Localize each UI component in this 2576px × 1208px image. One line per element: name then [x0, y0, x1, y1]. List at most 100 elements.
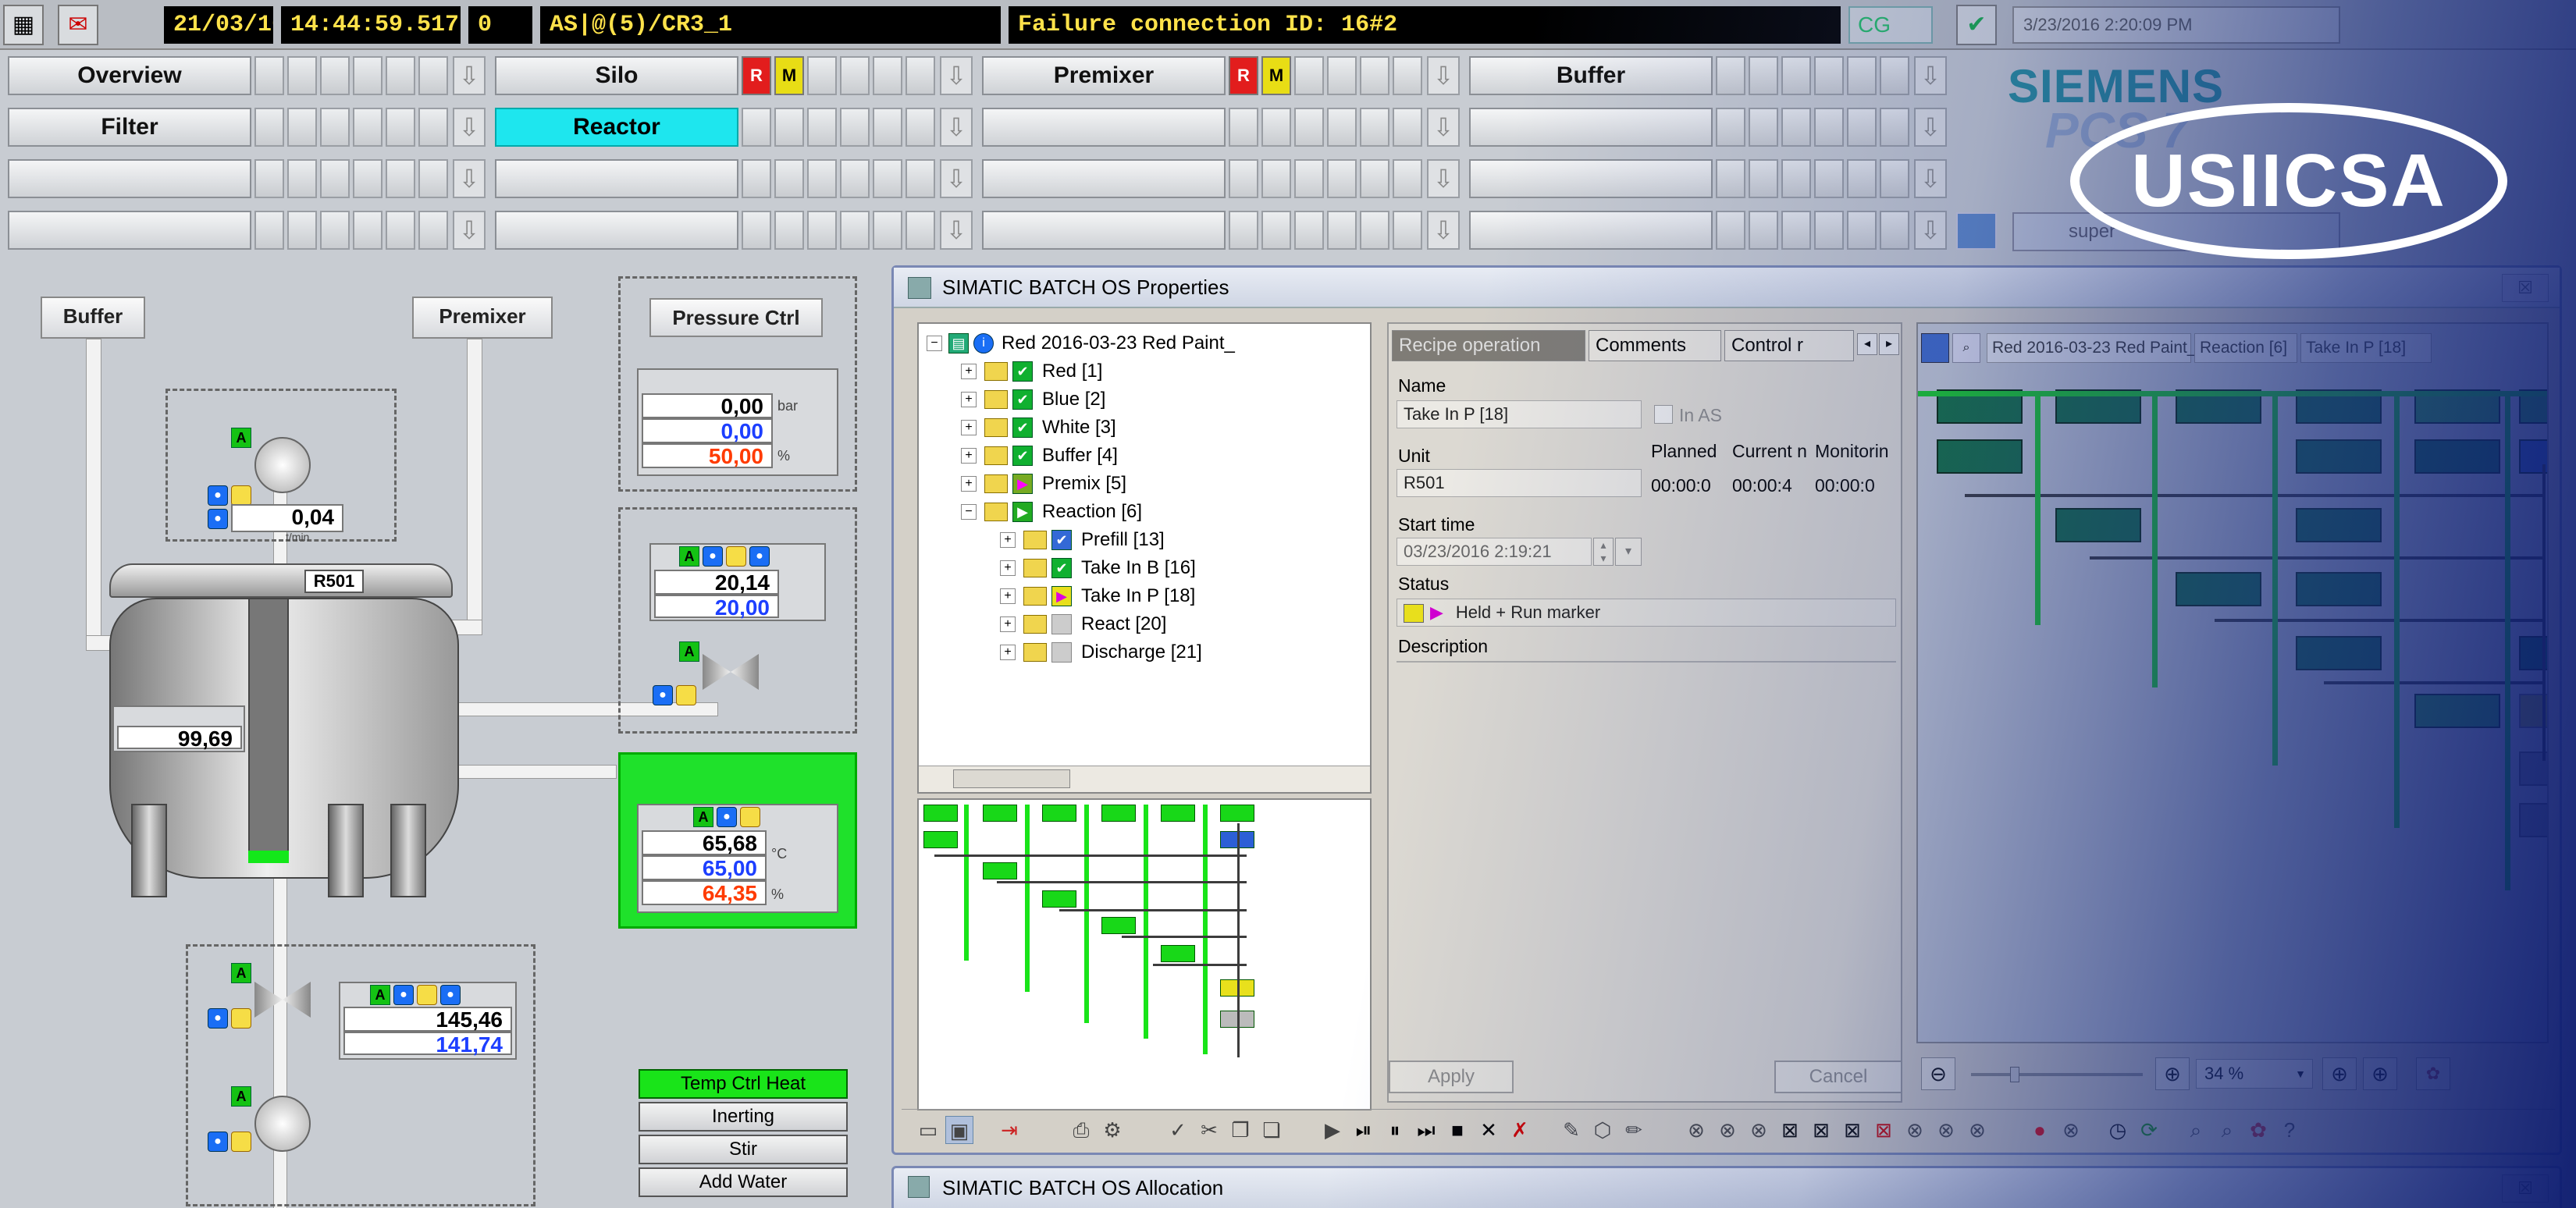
tree-item[interactable]: + ✔ Red [1]: [961, 358, 1351, 385]
tab-scroll-left-icon[interactable]: ◂: [1857, 333, 1877, 355]
tree-subitem[interactable]: + ✔ Take In B [16]: [1000, 555, 1359, 581]
tree-item[interactable]: + ✔ Blue [2]: [961, 386, 1351, 413]
group-slot[interactable]: [1716, 108, 1745, 147]
group-slot[interactable]: [287, 108, 317, 147]
tool-icon[interactable]: ⊠: [1807, 1116, 1835, 1144]
group-slot[interactable]: [353, 56, 382, 95]
group-slot[interactable]: [1261, 159, 1291, 198]
info-icon[interactable]: ●: [208, 1132, 228, 1152]
graph-block[interactable]: [2296, 572, 2382, 606]
resume-icon[interactable]: ⏯: [1350, 1116, 1378, 1144]
collapse-icon[interactable]: −: [961, 504, 977, 520]
clock-icon[interactable]: ◷: [2104, 1116, 2132, 1144]
arrow-down-icon[interactable]: ⇩: [1914, 56, 1947, 95]
maintenance-indicator-silo[interactable]: M: [774, 56, 804, 95]
valve1-value[interactable]: 0,04: [231, 504, 343, 532]
recipe-graph[interactable]: ⌕ Red 2016-03-23 Red Paint_1 [62] Reacti…: [1916, 322, 2549, 1043]
chevron-down-icon[interactable]: ▾: [1615, 538, 1642, 566]
group-slot[interactable]: [254, 211, 284, 250]
expand-icon[interactable]: +: [961, 448, 977, 464]
group-slot[interactable]: [1294, 108, 1324, 147]
group-slot[interactable]: [1814, 56, 1844, 95]
stop-icon[interactable]: ■: [1443, 1116, 1471, 1144]
area-button-premixer[interactable]: Premixer: [982, 56, 1226, 95]
group-slot[interactable]: [840, 211, 870, 250]
group-slot[interactable]: [807, 211, 837, 250]
group-slot[interactable]: [353, 211, 382, 250]
alarm-indicator-silo[interactable]: R: [742, 56, 771, 95]
group-slot[interactable]: [840, 56, 870, 95]
find-icon[interactable]: ⌕: [2213, 1116, 2241, 1144]
tree-subitem[interactable]: + React [20]: [1000, 611, 1359, 638]
group-slot[interactable]: [1847, 211, 1877, 250]
info-icon[interactable]: ●: [703, 546, 723, 567]
settings-icon[interactable]: ✿: [2416, 1057, 2450, 1090]
arrow-down-icon[interactable]: ⇩: [1914, 211, 1947, 250]
step-icon[interactable]: ⏭: [1412, 1116, 1440, 1144]
pressure-ctrl-button[interactable]: Pressure Ctrl: [649, 298, 823, 337]
tree-scrollbar[interactable]: [919, 766, 1370, 792]
area-button-overview[interactable]: Overview: [8, 56, 251, 95]
zoom-reset-icon[interactable]: ⊕: [2363, 1057, 2397, 1090]
search-icon[interactable]: ⌕: [2182, 1116, 2210, 1144]
hold-icon[interactable]: ⏸: [1381, 1116, 1409, 1144]
buffer-target-button[interactable]: Buffer: [41, 297, 145, 339]
group-slot[interactable]: [1880, 211, 1909, 250]
tree-item[interactable]: + ✔ Buffer [4]: [961, 442, 1351, 469]
graph-path-batch[interactable]: Red 2016-03-23 Red Paint_1 [62]: [1987, 333, 2237, 363]
graph-block[interactable]: [2414, 694, 2500, 728]
group-slot[interactable]: [1261, 211, 1291, 250]
group-slot[interactable]: [1294, 56, 1324, 95]
cmd-inerting[interactable]: Inerting: [639, 1102, 848, 1132]
group-slot[interactable]: [320, 159, 350, 198]
graph-path-unit[interactable]: Reaction [6]: [2194, 333, 2297, 363]
cmd-add-water[interactable]: Add Water: [639, 1167, 848, 1197]
tree-item[interactable]: + ✔ White [3]: [961, 414, 1351, 441]
arrow-down-icon[interactable]: ⇩: [940, 159, 973, 198]
group-slot[interactable]: [1716, 211, 1745, 250]
group-slot[interactable]: [1814, 159, 1844, 198]
batch-tree[interactable]: − ▤ i Red 2016-03-23 Red Paint_ + ✔ Red [1…: [917, 322, 1372, 794]
group-slot[interactable]: [1229, 211, 1258, 250]
zoom-select[interactable]: 34 % ▼: [2196, 1059, 2313, 1089]
tool-icon[interactable]: ⊠: [1870, 1116, 1898, 1144]
group-slot[interactable]: [1360, 211, 1389, 250]
group-slot[interactable]: [1880, 56, 1909, 95]
group-slot[interactable]: [1360, 108, 1389, 147]
group-slot[interactable]: [320, 56, 350, 95]
group-slot[interactable]: [1294, 159, 1324, 198]
cg-indicator[interactable]: CG: [1848, 6, 1933, 44]
globe-icon[interactable]: ✿: [2244, 1116, 2272, 1144]
zoom-slider-thumb[interactable]: [2010, 1067, 2019, 1082]
group-slot[interactable]: [1749, 159, 1778, 198]
group-slot[interactable]: [287, 211, 317, 250]
group-slot[interactable]: [906, 159, 935, 198]
tree-item[interactable]: − ▶ Reaction [6]: [961, 499, 1351, 525]
expand-icon[interactable]: +: [961, 420, 977, 435]
zoom-out-icon[interactable]: ⊖: [1921, 1057, 1955, 1090]
print-icon[interactable]: ⎙: [1067, 1116, 1095, 1144]
group-slot[interactable]: [1360, 159, 1389, 198]
group-slot[interactable]: [320, 211, 350, 250]
tree-subitem[interactable]: + ▶ Take In P [18]: [1000, 583, 1359, 609]
area-button-filter[interactable]: Filter: [8, 108, 251, 147]
expand-icon[interactable]: +: [1000, 532, 1016, 548]
group-slot[interactable]: [906, 211, 935, 250]
group-slot[interactable]: [1781, 108, 1811, 147]
graph-block[interactable]: [2296, 508, 2382, 542]
group-slot[interactable]: [1393, 159, 1422, 198]
user-icon[interactable]: [1956, 212, 1997, 250]
overview-icon[interactable]: ▦: [3, 5, 44, 45]
collapse-icon[interactable]: −: [927, 336, 942, 351]
group-slot[interactable]: [418, 56, 448, 95]
area-button-empty[interactable]: [495, 159, 738, 198]
tree-item[interactable]: + ▶ Premix [5]: [961, 471, 1351, 497]
arrow-down-icon[interactable]: ⇩: [453, 108, 486, 147]
zoom-slider[interactable]: [1971, 1073, 2143, 1076]
group-slot[interactable]: [873, 56, 902, 95]
spin-icon[interactable]: ▴ ▾: [1593, 538, 1614, 566]
cancel-batch-icon[interactable]: ✗: [1506, 1116, 1534, 1144]
group-slot[interactable]: [254, 108, 284, 147]
properties-icon[interactable]: ⚙: [1098, 1116, 1126, 1144]
paste-icon[interactable]: ❏: [1258, 1116, 1286, 1144]
